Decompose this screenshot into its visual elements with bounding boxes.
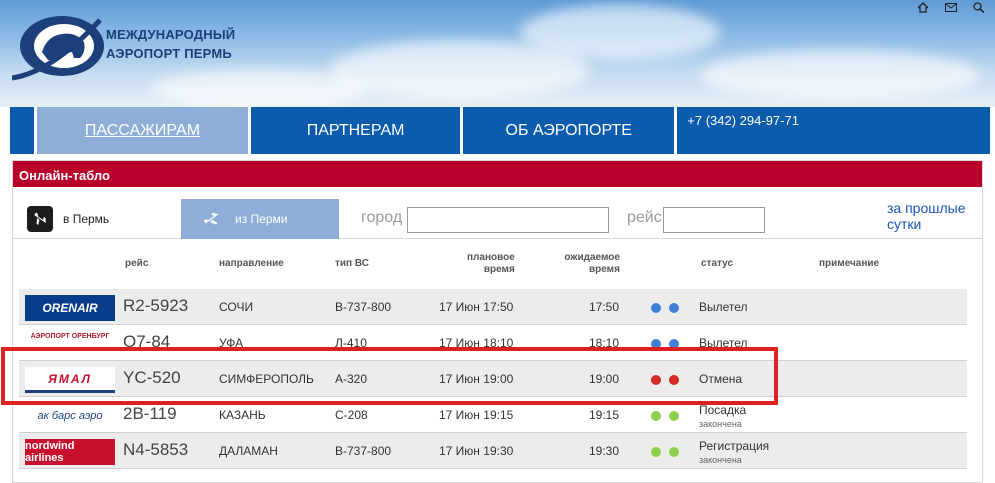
tab-departures[interactable]: из Перми — [181, 199, 339, 239]
expected-time: 17:50 — [589, 300, 620, 314]
col-note: примечание — [819, 258, 880, 269]
status-dot-icon — [669, 447, 679, 457]
expected-time: 19:15 — [589, 408, 620, 422]
aircraft-type: Л-410 — [335, 336, 367, 350]
nav-about[interactable]: ОБ АЭРОПОРТЕ — [463, 107, 675, 154]
aircraft-type: B-737-800 — [335, 444, 392, 458]
plane-departure-icon — [199, 206, 225, 232]
status-dot-icon — [651, 303, 661, 313]
status-dot-icon — [669, 303, 679, 313]
flight-number: N4-5853 — [123, 440, 189, 459]
flight-number: YC-520 — [123, 368, 181, 387]
status-dot-icon — [651, 339, 661, 349]
col-status: статус — [701, 258, 734, 269]
tab-departures-label: из Перми — [235, 212, 288, 226]
destination: УФА — [219, 336, 244, 350]
plane-arrival-icon — [27, 206, 53, 232]
tab-arrivals[interactable]: в Пермь — [27, 199, 109, 239]
col-expected-line2: время — [589, 264, 620, 275]
col-destination: направление — [219, 258, 284, 269]
city-filter-label: город — [361, 209, 403, 226]
header-icons — [917, 0, 985, 14]
table-row[interactable]: ЯМАЛ YC-520 СИМФЕРОПОЛЬ A-320 17 Июн 19:… — [19, 361, 967, 397]
home-icon[interactable] — [917, 0, 929, 13]
col-expected-line1: ожидаемое — [564, 252, 620, 263]
aircraft-type: C-208 — [335, 408, 368, 422]
flight-status: Отмена — [699, 372, 743, 386]
site-header: МЕЖДУНАРОДНЫЙ АЭРОПОРТ ПЕРМЬ — [0, 0, 995, 107]
flight-filter-input[interactable] — [663, 207, 765, 233]
destination: СОЧИ — [219, 300, 254, 314]
previous-day-link[interactable]: за прошлые сутки — [887, 200, 966, 232]
contact-phone: +7 (342) 294-97-71 — [677, 107, 991, 154]
flight-number: O7-84 — [123, 332, 171, 351]
col-scheduled: плановое время — [467, 252, 515, 276]
board-title: Онлайн-табло — [13, 161, 982, 187]
previous-day-line1: за прошлые — [887, 200, 966, 216]
destination: СИМФЕРОПОЛЬ — [219, 372, 314, 386]
expected-time: 19:30 — [589, 444, 620, 458]
col-flight: рейс — [125, 258, 149, 269]
flight-number: 2B-119 — [123, 404, 177, 423]
airport-name: МЕЖДУНАРОДНЫЙ АЭРОПОРТ ПЕРМЬ — [106, 25, 235, 63]
airport-name-line2: АЭРОПОРТ ПЕРМЬ — [106, 46, 232, 61]
scheduled-time: 17 Июн 17:50 — [439, 300, 514, 314]
col-aircraft: тип ВС — [335, 258, 369, 269]
airline-logo: ORENAIR — [25, 295, 115, 321]
mail-icon[interactable] — [945, 0, 957, 12]
scheduled-time: 17 Июн 19:30 — [439, 444, 514, 458]
expected-time: 19:00 — [589, 372, 620, 386]
tab-arrivals-label: в Пермь — [63, 212, 110, 226]
flight-status: Вылетел — [699, 336, 748, 350]
board-tabs: в Пермь из Перми город рейс за прошлые с… — [13, 187, 982, 239]
airport-name-line1: МЕЖДУНАРОДНЫЙ — [106, 27, 236, 42]
col-scheduled-line2: время — [483, 264, 515, 275]
online-board: Онлайн-табло в Пермь из Перми город рейс… — [12, 160, 983, 483]
flight-substatus: закончена — [699, 419, 742, 429]
col-expected: ожидаемое время — [559, 252, 620, 276]
destination: ДАЛАМАН — [219, 444, 278, 458]
airline-logo: ЯМАЛ — [25, 367, 115, 393]
table-row[interactable]: nordwind airlines N4-5853 ДАЛАМАН B-737-… — [19, 433, 967, 469]
scheduled-time: 17 Июн 18:10 — [439, 336, 514, 350]
nav-stub — [10, 107, 34, 154]
status-dot-icon — [669, 375, 679, 385]
flights-table: ORENAIR R2-5923 СОЧИ B-737-800 17 Июн 17… — [19, 289, 967, 469]
scheduled-time: 17 Июн 19:15 — [439, 408, 514, 422]
table-row[interactable]: АЭРОПОРТ ОРЕНБУРГ O7-84 УФА Л-410 17 Июн… — [19, 325, 967, 361]
airport-logo[interactable] — [12, 12, 104, 82]
search-icon[interactable] — [973, 0, 985, 14]
aircraft-type: A-320 — [335, 372, 368, 386]
flight-filter-label: рейс — [627, 209, 662, 226]
airline-logo: nordwind airlines — [25, 439, 115, 465]
flight-number: R2-5923 — [123, 296, 189, 315]
status-dot-icon — [651, 411, 661, 421]
flight-status: Регистрация — [699, 439, 770, 453]
main-nav: ПАССАЖИРАМ ПАРТНЕРАМ ОБ АЭРОПОРТЕ +7 (34… — [10, 107, 991, 154]
expected-time: 18:10 — [589, 336, 620, 350]
flight-status: Посадка — [699, 403, 747, 417]
flight-status: Вылетел — [699, 300, 748, 314]
nav-partners[interactable]: ПАРТНЕРАМ — [251, 107, 461, 154]
nav-passengers[interactable]: ПАССАЖИРАМ — [36, 107, 249, 154]
previous-day-line2: сутки — [887, 216, 922, 232]
scheduled-time: 17 Июн 19:00 — [439, 372, 514, 386]
status-dot-icon — [669, 339, 679, 349]
destination: КАЗАНЬ — [219, 408, 266, 422]
status-dot-icon — [651, 447, 661, 457]
airline-logo: АЭРОПОРТ ОРЕНБУРГ — [30, 333, 110, 340]
status-dot-icon — [651, 375, 661, 385]
status-dot-icon — [669, 411, 679, 421]
aircraft-type: B-737-800 — [335, 300, 392, 314]
city-filter-input[interactable] — [407, 207, 609, 233]
table-row[interactable]: ак барс аэро 2B-119 КАЗАНЬ C-208 17 Июн … — [19, 397, 967, 433]
table-row[interactable]: ORENAIR R2-5923 СОЧИ B-737-800 17 Июн 17… — [19, 289, 967, 325]
col-scheduled-line1: плановое — [467, 252, 515, 263]
airline-logo: ак барс аэро — [37, 410, 103, 422]
flight-substatus: закончена — [699, 455, 742, 465]
